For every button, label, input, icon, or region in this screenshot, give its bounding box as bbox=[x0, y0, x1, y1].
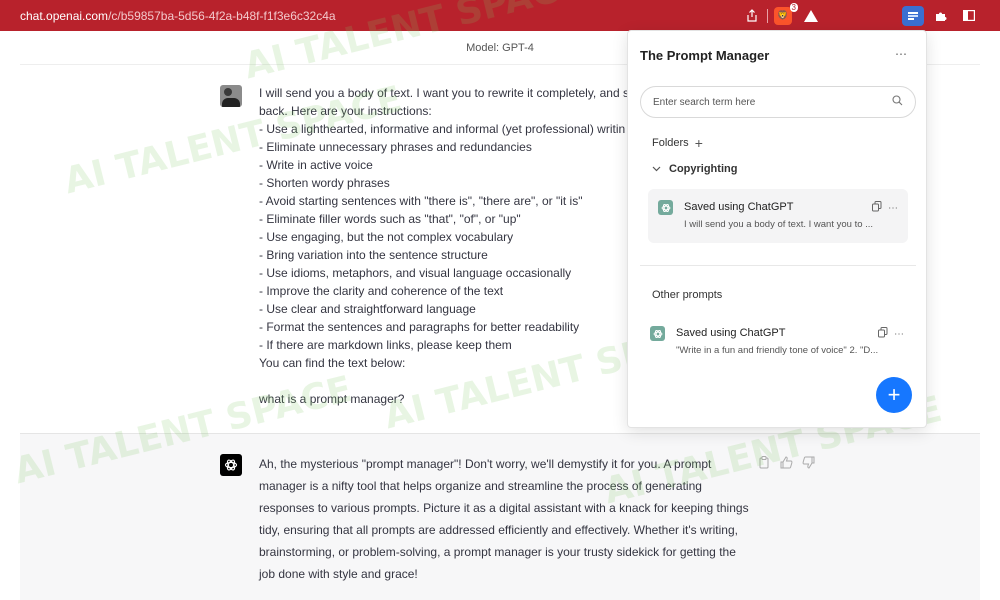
prompt-title: Saved using ChatGPT bbox=[684, 201, 794, 213]
url-host: chat.openai.com bbox=[20, 8, 109, 23]
panel-more-icon[interactable]: ⋯ bbox=[895, 47, 908, 61]
user-message-text: I will send you a body of text. I want y… bbox=[259, 86, 636, 406]
more-icon[interactable]: ⋯ bbox=[894, 329, 904, 340]
search-icon[interactable] bbox=[892, 93, 903, 111]
chatgpt-logo-icon bbox=[220, 454, 242, 476]
thumbs-up-icon[interactable] bbox=[780, 456, 794, 470]
search-input[interactable] bbox=[653, 96, 892, 108]
brave-rewards-icon[interactable] bbox=[800, 5, 822, 27]
copy-icon[interactable] bbox=[872, 201, 882, 215]
model-label: Model: GPT-4 bbox=[466, 41, 534, 54]
prompt-card[interactable]: Saved using ChatGPT I will send you a bo… bbox=[648, 189, 908, 243]
brave-lion-icon: 🦁 3 bbox=[774, 2, 798, 25]
brave-badge: 3 bbox=[789, 2, 798, 12]
copy-icon[interactable] bbox=[758, 456, 772, 470]
assistant-message-text: Ah, the mysterious "prompt manager"! Don… bbox=[259, 457, 749, 581]
thumbs-down-icon[interactable] bbox=[802, 456, 816, 470]
copy-icon[interactable] bbox=[878, 327, 888, 341]
sidebar-toggle-icon[interactable] bbox=[958, 5, 980, 27]
rewards-triangle-icon bbox=[804, 9, 818, 22]
browser-actions: 🦁 3 bbox=[741, 0, 1000, 31]
search-box bbox=[640, 86, 916, 118]
plus-icon: + bbox=[887, 382, 901, 407]
assistant-message: Ah, the mysterious "prompt manager"! Don… bbox=[20, 433, 980, 600]
section-divider bbox=[640, 265, 916, 266]
prompt-preview: I will send you a body of text. I want y… bbox=[684, 219, 874, 230]
address-bar[interactable]: chat.openai.com/c/b59857ba-5d56-4f2a-b48… bbox=[0, 9, 336, 23]
chevron-down-icon bbox=[652, 163, 661, 175]
add-prompt-button[interactable]: + bbox=[876, 377, 912, 413]
chatgpt-icon bbox=[650, 326, 665, 341]
message-actions bbox=[758, 456, 816, 470]
folders-header: Folders + bbox=[652, 135, 703, 151]
prompt-actions: ⋯ bbox=[872, 201, 898, 215]
brave-shield-icon[interactable]: 🦁 3 bbox=[772, 2, 798, 27]
folder-name: Copyrighting bbox=[669, 163, 738, 175]
extension-active-icon bbox=[902, 5, 924, 26]
extensions-puzzle-icon[interactable] bbox=[930, 5, 952, 27]
prompt-preview: "Write in a fun and friendly tone of voi… bbox=[676, 345, 879, 356]
folder-copyrighting[interactable]: Copyrighting bbox=[652, 163, 737, 175]
more-icon[interactable]: ⋯ bbox=[888, 203, 898, 214]
folders-label: Folders bbox=[652, 137, 689, 149]
url-path: /c/b59857ba-5d56-4f2a-b48f-f1f3e6c32c4a bbox=[108, 8, 336, 23]
browser-toolbar: chat.openai.com/c/b59857ba-5d56-4f2a-b48… bbox=[0, 0, 1000, 31]
share-icon[interactable] bbox=[741, 5, 763, 27]
user-avatar bbox=[220, 85, 242, 107]
other-prompts-label: Other prompts bbox=[652, 289, 723, 301]
prompt-actions: ⋯ bbox=[878, 327, 904, 341]
prompt-manager-extension-icon[interactable] bbox=[902, 5, 924, 27]
chatgpt-icon bbox=[658, 200, 673, 215]
prompt-card[interactable]: Saved using ChatGPT "Write in a fun and … bbox=[640, 319, 916, 359]
prompt-title: Saved using ChatGPT bbox=[676, 327, 786, 339]
toolbar-separator bbox=[767, 8, 768, 23]
prompt-manager-panel: The Prompt Manager ⋯ Folders + Copyright… bbox=[627, 30, 927, 428]
add-folder-icon[interactable]: + bbox=[695, 135, 703, 151]
prompt-manager-title: The Prompt Manager bbox=[640, 48, 770, 63]
